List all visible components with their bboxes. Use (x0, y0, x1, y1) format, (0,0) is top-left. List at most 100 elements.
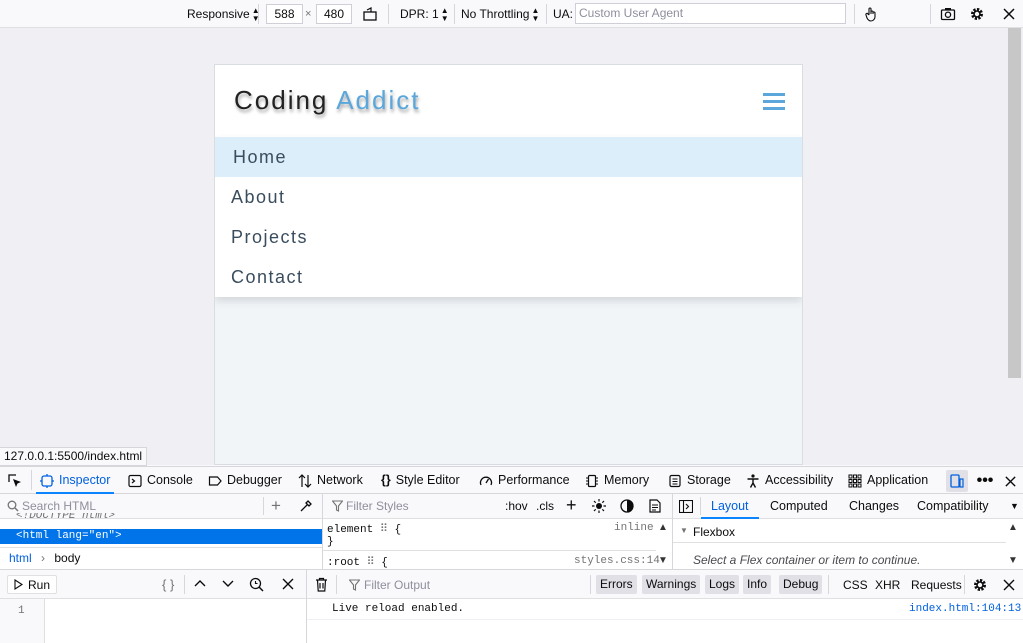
run-button[interactable]: Run (7, 575, 58, 594)
rule-selector[interactable]: element (327, 524, 373, 536)
responsive-mode-icon[interactable] (946, 470, 968, 492)
filter-logs-button[interactable]: Logs (705, 575, 740, 594)
tab-storage[interactable]: Storage (668, 467, 731, 494)
tab-debugger[interactable]: Debugger (208, 467, 282, 494)
cls-toggle[interactable]: .cls (536, 499, 554, 513)
sidebar-tabs: Layout Computed Changes Compatibility ▼ (673, 494, 1023, 519)
close-devtools-icon[interactable] (999, 470, 1021, 492)
rules-scroll-up-icon[interactable]: ▲ (658, 522, 668, 533)
sidebar-tab-changes[interactable]: Changes (849, 494, 899, 519)
filter-debug-button[interactable]: Debug (779, 575, 823, 594)
filter-requests-button[interactable]: Requests (911, 578, 962, 592)
toggle-pane-icon[interactable] (679, 500, 693, 513)
tab-network[interactable]: Network (298, 467, 363, 494)
console-settings-gear-icon[interactable] (972, 577, 988, 593)
throttling-label: No Throttling (461, 7, 530, 21)
flexbox-title: Flexbox (693, 525, 736, 539)
touch-simulation-icon[interactable] (861, 4, 881, 24)
filter-css-button[interactable]: CSS (843, 578, 868, 592)
history-down-icon[interactable] (222, 580, 234, 588)
tab-style-editor[interactable]: {} Style Editor (381, 467, 460, 494)
tab-label: Compatibility (917, 499, 989, 513)
filter-output-input[interactable]: Filter Output (364, 578, 430, 592)
settings-gear-icon[interactable] (967, 4, 987, 24)
add-rule-icon[interactable]: + (566, 496, 577, 514)
flexbox-section-header[interactable]: ▼ Flexbox (673, 519, 1006, 543)
close-rdm-icon[interactable] (999, 4, 1019, 24)
rules-scroll-down-icon[interactable]: ▼ (658, 555, 668, 566)
filter-warnings-button[interactable]: Warnings (642, 575, 701, 594)
site-logo[interactable]: Coding Addict (234, 85, 420, 116)
console-message-source-link[interactable]: index.html:104:13 (909, 603, 1021, 615)
updown-arrow-icon: ▲ ▼ (531, 5, 540, 23)
rotate-viewport-icon[interactable] (360, 4, 380, 24)
tab-label: Storage (687, 473, 731, 487)
filter-errors-button[interactable]: Errors (596, 575, 637, 594)
tab-application[interactable]: Application (848, 467, 928, 494)
sidebar-tab-compatibility[interactable]: Compatibility (917, 494, 989, 519)
breadcrumb-body[interactable]: body (54, 551, 80, 565)
close-editor-icon[interactable] (282, 578, 294, 590)
eyedropper-icon[interactable] (299, 499, 313, 513)
viewport-height-input[interactable]: 480 (316, 4, 352, 24)
close-split-console-icon[interactable] (1003, 579, 1015, 591)
search-html-input[interactable]: Search HTML (22, 499, 96, 513)
add-node-icon[interactable]: + (271, 497, 281, 514)
element-picker-icon[interactable] (5, 471, 25, 491)
user-agent-input[interactable]: Custom User Agent (575, 3, 846, 24)
devtools-tabbar: Inspector Console Debugger Network {} St… (0, 466, 1023, 494)
toolbar-divider (388, 4, 389, 24)
sidebar-scroll-up-icon[interactable]: ▲ (1008, 522, 1018, 533)
pretty-print-braces-icon[interactable]: { } (162, 577, 174, 592)
markup-selected-node[interactable]: <html lang="en"> (0, 529, 322, 544)
screenshot-camera-icon[interactable] (938, 4, 958, 24)
rule-source-inline[interactable]: inline (614, 522, 654, 534)
tab-memory[interactable]: Memory (585, 467, 649, 494)
breadcrumb-html[interactable]: html (9, 551, 32, 565)
reverse-search-icon[interactable] (249, 577, 264, 592)
toolbar-divider (590, 575, 591, 594)
sidebar-scroll-down-icon[interactable]: ▼ (1008, 555, 1018, 566)
nav-link-contact[interactable]: Contact (215, 257, 802, 297)
console-code-editor[interactable] (45, 599, 306, 643)
sidebar-overflow-chevron-icon[interactable]: ▼ (1010, 501, 1019, 511)
sidebar-tab-layout[interactable]: Layout (701, 494, 759, 519)
print-media-icon[interactable] (649, 499, 661, 513)
rule-close-brace: } (327, 536, 334, 548)
clear-console-trash-icon[interactable] (315, 577, 328, 592)
console-output-toolbar: Filter Output Errors Warnings Logs Info … (307, 570, 1023, 599)
history-up-icon[interactable] (194, 579, 206, 587)
markup-doctype-node[interactable]: <!DOCTYPE html> (16, 513, 115, 523)
hamburger-menu-icon[interactable] (763, 93, 785, 113)
search-divider (263, 497, 264, 515)
dpr-selector[interactable]: DPR: 1 ▲ ▼ (400, 0, 449, 28)
pane-splitter[interactable] (672, 494, 673, 570)
more-options-icon[interactable]: ••• (974, 470, 996, 492)
filter-xhr-button[interactable]: XHR (875, 578, 900, 592)
nav-link-projects[interactable]: Projects (215, 217, 802, 257)
throttling-selector[interactable]: No Throttling ▲ ▼ (461, 0, 539, 28)
filter-styles-input[interactable]: Filter Styles (346, 499, 409, 513)
tab-console[interactable]: Console (128, 467, 193, 494)
pane-splitter[interactable] (322, 494, 323, 570)
dark-scheme-icon[interactable] (620, 499, 634, 513)
viewport-width-input[interactable]: 588 (266, 4, 303, 24)
device-selector[interactable]: Responsive ▲ ▼ (187, 0, 260, 28)
rule-source-stylesheet[interactable]: styles.css:14 (574, 555, 660, 567)
nav-link-about[interactable]: About (215, 177, 802, 217)
filter-info-button[interactable]: Info (743, 575, 772, 594)
tab-inspector[interactable]: Inspector (36, 467, 115, 494)
tab-accessibility[interactable]: Accessibility (746, 467, 833, 494)
sidebar-tab-computed[interactable]: Computed (770, 494, 828, 519)
viewport-scrollbar-thumb[interactable] (1008, 28, 1021, 378)
logo-word-addict: Addict (336, 85, 421, 115)
tab-label: Application (867, 473, 929, 487)
run-label: Run (28, 577, 51, 592)
nav-link-home[interactable]: Home (215, 137, 802, 177)
tab-label: Debugger (227, 473, 282, 487)
light-scheme-sun-icon[interactable] (592, 499, 606, 513)
flexbox-hint: Select a Flex container or item to conti… (693, 553, 921, 567)
rule-selector[interactable]: :root (327, 557, 360, 569)
hov-toggle[interactable]: :hov (505, 499, 528, 513)
tab-performance[interactable]: Performance (479, 467, 570, 494)
